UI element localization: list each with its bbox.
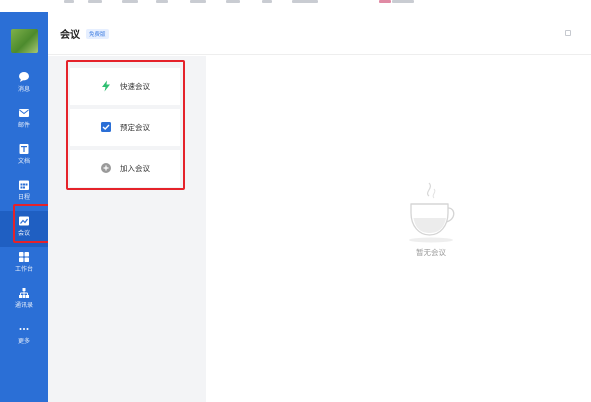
- sidebar-item-label: 更多: [17, 338, 30, 345]
- highlight-box: [66, 60, 185, 190]
- org-chart-icon: [19, 288, 29, 298]
- sidebar-item-label: 日程: [17, 194, 30, 201]
- highlight-box: [13, 204, 52, 243]
- header: 会议 免费版: [48, 12, 591, 55]
- calendar-icon: [19, 180, 29, 190]
- grid-apps-icon: [19, 252, 29, 262]
- sidebar-item-label: 邮件: [17, 122, 30, 129]
- sidebar-item-label: 文档: [17, 158, 30, 165]
- sidebar-item-messages[interactable]: 消息: [0, 67, 48, 103]
- top-strip: [0, 0, 591, 12]
- sidebar-item-label: 通讯录: [14, 302, 33, 309]
- chat-bubble-icon: [19, 72, 29, 82]
- sidebar-item-label: 工作台: [14, 266, 33, 273]
- coffee-cup-icon: [409, 182, 455, 243]
- main-content: 暂无会议: [206, 56, 591, 402]
- sidebar-item-more[interactable]: 更多: [0, 319, 48, 355]
- empty-state-text: 暂无会议: [416, 248, 446, 257]
- sidebar-item-mail[interactable]: 邮件: [0, 103, 48, 139]
- app-window: 消息 邮件 文档 日程 会议 工作台 通讯录 更多 会议 免费版 快速会议 预定…: [0, 0, 591, 402]
- document-icon: [19, 144, 29, 154]
- mail-icon: [19, 109, 29, 117]
- window-control-icon[interactable]: [565, 30, 571, 36]
- avatar[interactable]: [11, 29, 38, 53]
- page-title: 会议: [60, 30, 80, 41]
- sidebar-item-workbench[interactable]: 工作台: [0, 247, 48, 283]
- more-dots-icon: [19, 328, 29, 330]
- plan-badge: 免费版: [86, 29, 109, 39]
- sidebar-item-contacts[interactable]: 通讯录: [0, 283, 48, 319]
- sidebar-item-label: 消息: [17, 86, 30, 93]
- sidebar-item-docs[interactable]: 文档: [0, 139, 48, 175]
- pin-icon: [379, 0, 391, 3]
